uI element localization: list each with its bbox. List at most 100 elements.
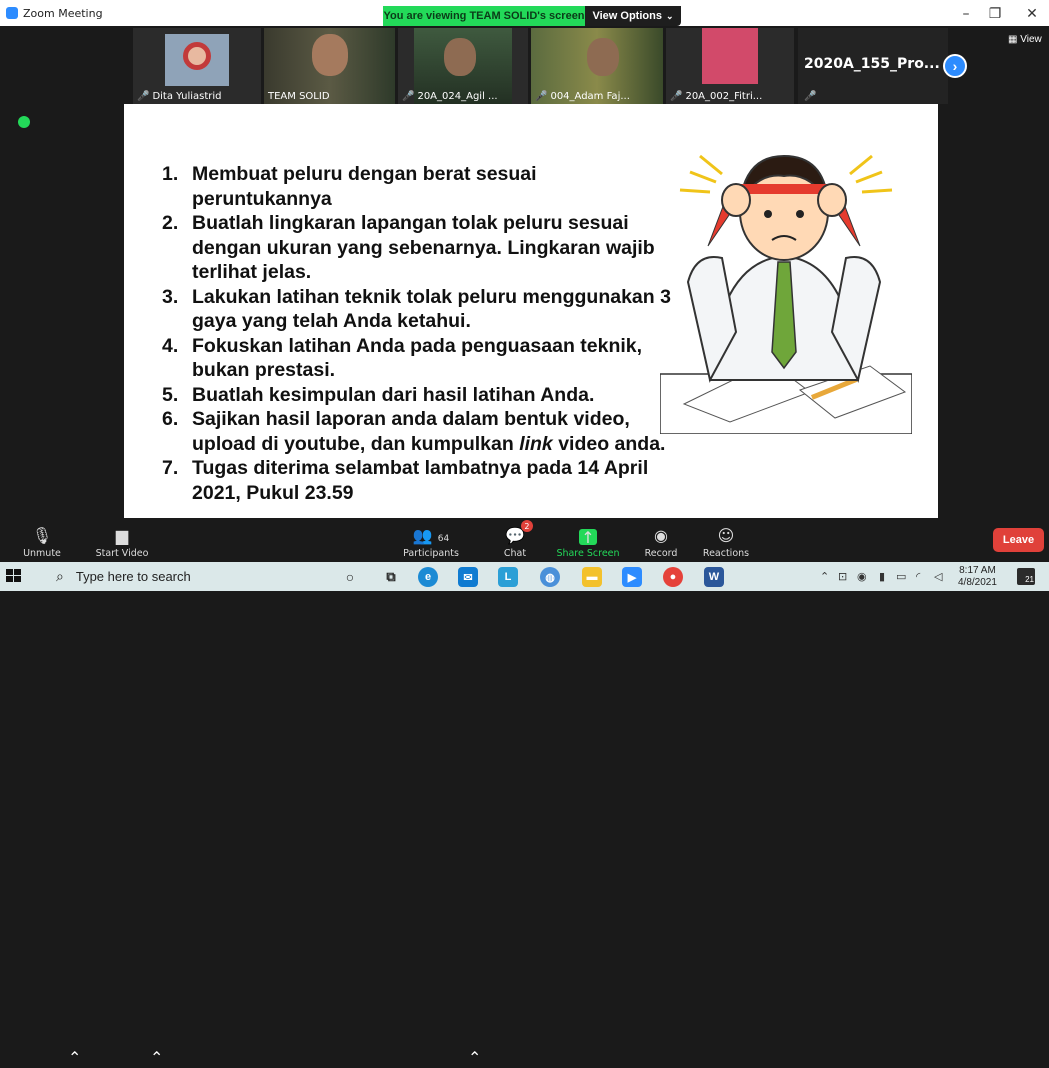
app-l-icon[interactable]: L [498, 567, 518, 587]
item-line: Fokuskan latihan Anda pada penguasaan te… [192, 334, 643, 357]
chat-icon: 💬 2 [505, 520, 533, 545]
tray-app-icon[interactable]: ⊡ [838, 570, 847, 583]
participants-options-caret[interactable]: ⌃ [468, 1048, 481, 1068]
tray-app-icon[interactable]: ▮ [879, 570, 885, 583]
security-shield-icon[interactable] [18, 116, 30, 128]
grid-icon: ▦ [1008, 34, 1021, 45]
item-line: terlihat jelas. [192, 261, 312, 283]
participant-tile[interactable]: 🎤 20A_002_Fitri... [666, 28, 794, 104]
avatar [183, 42, 211, 70]
illustration-fist [721, 183, 751, 217]
chat-badge: 2 [520, 520, 533, 532]
notifications-icon[interactable]: 21 [1017, 568, 1035, 585]
item-line: dengan ukuran yang sebenarnya. Lingkaran… [192, 236, 655, 259]
participant-name: 20A_002_Fitri... [685, 91, 763, 102]
item-number: 1. [162, 163, 179, 185]
start-video-button[interactable]: ▆ Start Video [94, 522, 150, 562]
windows-start-button[interactable] [6, 569, 22, 583]
minimize-button[interactable]: – [956, 6, 976, 22]
reactions-button[interactable]: ☺ Reactions [702, 522, 750, 562]
item-line: upload di youtube, dan kumpulkan link vi… [192, 432, 666, 455]
chevron-right-icon: › [952, 58, 958, 74]
view-button[interactable]: ▦ View [1008, 34, 1042, 45]
participant-name: TEAM SOLID [268, 91, 330, 102]
illustration-eye [796, 210, 804, 218]
audio-options-caret[interactable]: ⌃ [68, 1048, 81, 1068]
share-screen-label: Share Screen [556, 548, 620, 559]
participant-tile-active[interactable]: TEAM SOLID [264, 28, 395, 104]
zoom-taskbar-icon[interactable]: ▶ [622, 567, 642, 587]
avatar [587, 38, 619, 76]
link-emphasis: link [519, 432, 553, 455]
item-number: 3. [162, 285, 179, 308]
search-icon: ⌕ [56, 568, 64, 584]
participants-button[interactable]: 👥 64 Participants [400, 522, 462, 562]
participant-tile[interactable]: 🎤 Dita Yuliastrid [133, 28, 261, 104]
file-explorer-icon[interactable]: ▬ [582, 567, 602, 587]
close-button[interactable]: ✕ [1022, 6, 1042, 22]
tray-overflow-icon[interactable]: ⌃ [820, 570, 829, 583]
chat-button[interactable]: 💬 2 Chat [500, 520, 533, 562]
tray-app-icon[interactable]: ◉ [857, 570, 867, 583]
reactions-icon: ☺ [717, 526, 735, 545]
item-line: Sajikan hasil laporan anda dalam bentuk … [192, 408, 630, 430]
illustration-fist [817, 183, 847, 217]
item-line: Buatlah kesimpulan dari hasil latihan An… [192, 383, 595, 406]
item-line: 2021, Pukul 23.59 [192, 481, 354, 504]
next-page-button[interactable]: › [943, 54, 967, 78]
muted-mic-icon: 🎤 [402, 91, 415, 102]
battery-icon[interactable]: ▭ [896, 570, 906, 583]
item-number: 2. [162, 212, 179, 234]
video-options-caret[interactable]: ⌃ [150, 1048, 163, 1068]
participant-name: Dita Yuliastrid [152, 91, 222, 102]
participant-tile-large[interactable]: 2020A_155_Pro... 🎤 [798, 28, 948, 104]
view-options-button[interactable]: View Options ⌄ [585, 6, 681, 26]
video-off-icon: ▆ [115, 526, 129, 545]
record-button[interactable]: ◉ Record [642, 522, 680, 562]
list-item: 3. Lakukan latihan teknik tolak peluru me… [162, 285, 722, 334]
chat-label: Chat [503, 548, 527, 559]
item-line: Lakukan latihan teknik tolak peluru meng… [192, 285, 671, 308]
reactions-label: Reactions [702, 548, 750, 559]
item-line: Membuat peluru dengan berat sesuai [192, 163, 537, 185]
item-number: 6. [162, 408, 179, 430]
viewing-screen-label: You are viewing TEAM SOLID's screen [383, 6, 585, 26]
view-options-label: View Options [592, 10, 662, 22]
participant-tile[interactable]: 🎤 20A_024_Agil ... [398, 28, 528, 104]
chevron-down-icon: ⌄ [665, 10, 674, 21]
volume-icon[interactable]: ◁ [934, 570, 942, 583]
notification-count: 21 [1025, 575, 1034, 584]
browser-icon[interactable]: ◍ [540, 567, 560, 587]
task-list: 1. Membuat peluru dengan berat sesuai peru… [162, 162, 722, 505]
participants-label: Participants [403, 548, 459, 559]
item-line: Tugas diterima selambat lambatnya pada 1… [192, 457, 649, 479]
share-screen-icon: ↑ [579, 528, 597, 547]
item-line: bukan prestasi. [192, 359, 336, 381]
task-view-icon[interactable]: ⧉ [381, 567, 401, 587]
taskbar-search[interactable]: ⌕ Type here to search [46, 562, 328, 591]
record-icon: ◉ [654, 526, 668, 545]
list-item: 2. Buatlah lingkaran lapangan tolak pelur… [162, 211, 722, 285]
system-clock[interactable]: 8:17 AM 4/8/2021 [958, 565, 997, 589]
wifi-icon[interactable]: ◜ [916, 570, 920, 583]
share-banner: You are viewing TEAM SOLID's screen View… [383, 6, 681, 26]
participant-tile[interactable]: 🎤 004_Adam Faj... [531, 28, 663, 104]
unmute-button[interactable]: 🎙 Unmute [20, 522, 64, 562]
restore-button[interactable]: ❐ [985, 6, 1005, 22]
muted-mic-icon: 🎤 [670, 91, 683, 102]
chrome-icon[interactable]: ● [663, 567, 683, 587]
share-screen-button[interactable]: ↑ Share Screen [556, 522, 620, 562]
mail-icon[interactable]: ✉ [458, 567, 478, 587]
leave-button[interactable]: Leave [993, 528, 1044, 552]
list-item: 7. Tugas diterima selambat lambatnya pada… [162, 456, 722, 505]
edge-icon[interactable]: e [418, 567, 438, 587]
participant-name: 2020A_155_Pro... [804, 56, 940, 72]
illustration-eye [764, 210, 772, 218]
muted-mic-icon: 🎤 [137, 91, 150, 102]
cortana-icon[interactable]: ○ [340, 567, 360, 587]
participant-name: 20A_024_Agil ... [417, 91, 498, 102]
word-icon[interactable]: W [704, 567, 724, 587]
participants-icon: 👥 64 [412, 526, 450, 545]
title-bar: Zoom Meeting You are viewing TEAM SOLID'… [0, 0, 1049, 26]
muted-mic-icon: 🎙 [31, 526, 53, 545]
